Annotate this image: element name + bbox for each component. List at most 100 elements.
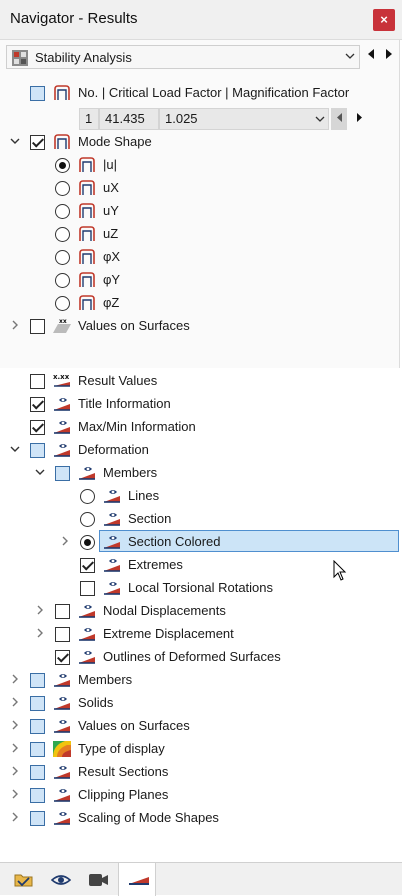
values-on-surfaces-checkbox[interactable] xyxy=(30,719,45,734)
type-of-display-checkbox[interactable] xyxy=(30,742,45,757)
mode-table-header: No. | Critical Load Factor | Magnificati… xyxy=(78,85,350,100)
mode-shape-radio[interactable] xyxy=(55,273,70,288)
chevron-down-icon xyxy=(345,53,355,59)
local-torsional-rotations-checkbox[interactable] xyxy=(80,581,95,596)
tree-item-solids[interactable]: Solids xyxy=(0,692,400,714)
members-checkbox[interactable] xyxy=(30,673,45,688)
extreme-displacement-checkbox[interactable] xyxy=(55,627,70,642)
mode-shape-option[interactable]: uZ xyxy=(0,223,400,245)
values-on-surfaces-top-checkbox[interactable] xyxy=(30,319,45,334)
mode-shape-option[interactable]: |u| xyxy=(0,154,400,176)
chevron-down-icon[interactable] xyxy=(8,442,22,456)
result-values-checkbox[interactable] xyxy=(30,374,45,389)
chevron-right-icon[interactable] xyxy=(33,626,47,640)
tree-item-title-information[interactable]: Title Information xyxy=(0,393,400,415)
tab-data[interactable] xyxy=(4,863,42,896)
tree-item-maxmin-information[interactable]: Max/Min Information xyxy=(0,416,400,438)
mode-shape-radio[interactable] xyxy=(55,250,70,265)
mode-shape-option[interactable]: φY xyxy=(0,269,400,291)
prev-mode-button[interactable] xyxy=(331,108,347,130)
chevron-right-icon[interactable] xyxy=(8,787,22,801)
tree-item-section[interactable]: Section xyxy=(0,508,400,530)
mode-shape-radio[interactable] xyxy=(55,227,70,242)
result-display-icon xyxy=(104,490,120,503)
deformation-label: Deformation xyxy=(78,442,149,457)
chevron-right-icon[interactable] xyxy=(8,764,22,778)
chevron-down-icon[interactable] xyxy=(8,134,22,148)
chevron-right-icon[interactable] xyxy=(8,718,22,732)
chevron-right-icon[interactable] xyxy=(58,534,72,548)
mode-shape-option[interactable]: uY xyxy=(0,200,400,222)
result-display-icon xyxy=(104,536,120,549)
section-radio[interactable] xyxy=(80,512,95,527)
tree-item-members[interactable]: Members xyxy=(0,669,400,691)
analysis-combobox[interactable]: Stability Analysis xyxy=(6,45,360,69)
chevron-right-icon[interactable] xyxy=(8,318,22,332)
tree-item-nodal-displacements[interactable]: Nodal Displacements xyxy=(0,600,400,622)
tree-item-deformation-members[interactable]: Members xyxy=(0,462,400,484)
mode-shape-option[interactable]: uX xyxy=(0,177,400,199)
tree-item-outlines-deformed-surfaces[interactable]: Outlines of Deformed Surfaces xyxy=(0,646,400,668)
chevron-right-icon[interactable] xyxy=(33,603,47,617)
chevron-right-icon[interactable] xyxy=(8,672,22,686)
outlines-deformed-surfaces-checkbox[interactable] xyxy=(55,650,70,665)
mode-shape-option-label: |u| xyxy=(103,157,117,172)
tree-item-values-on-surfaces[interactable]: Values on Surfaces xyxy=(0,715,400,737)
scaling-mode-shapes-checkbox[interactable] xyxy=(30,811,45,826)
chevron-down-icon[interactable] xyxy=(33,465,47,479)
mode-table-value-row[interactable]: 1 41.435 1.025 xyxy=(79,108,369,130)
result-sections-checkbox[interactable] xyxy=(30,765,45,780)
mode-shape-icon xyxy=(54,85,70,100)
mode-shape-checkbox[interactable] xyxy=(30,135,45,150)
close-button[interactable]: × xyxy=(373,9,395,31)
values-on-surfaces-top-row[interactable]: xx Values on Surfaces xyxy=(0,315,400,337)
surface-values-icon: xx xyxy=(53,318,71,333)
type-of-display-label: Type of display xyxy=(78,741,165,756)
chevron-right-icon[interactable] xyxy=(8,695,22,709)
tree-item-section-colored[interactable]: Section Colored xyxy=(0,531,400,553)
mode-shape-radio[interactable] xyxy=(55,204,70,219)
tree-item-scaling-mode-shapes[interactable]: Scaling of Mode Shapes xyxy=(0,807,400,829)
mode-shape-radio[interactable] xyxy=(55,296,70,311)
mode-shape-row[interactable]: Mode Shape xyxy=(0,131,400,153)
clipping-planes-checkbox[interactable] xyxy=(30,788,45,803)
chevron-right-icon[interactable] xyxy=(8,741,22,755)
tree-item-lines[interactable]: Lines xyxy=(0,485,400,507)
mode-shape-option[interactable]: φZ xyxy=(0,292,400,314)
chevron-down-icon[interactable] xyxy=(315,114,325,124)
mode-shape-option[interactable]: φX xyxy=(0,246,400,268)
mode-shape-option-label: φZ xyxy=(103,295,120,310)
tree-item-extreme-displacement[interactable]: Extreme Displacement xyxy=(0,623,400,645)
extremes-checkbox[interactable] xyxy=(80,558,95,573)
lines-radio[interactable] xyxy=(80,489,95,504)
tab-views[interactable] xyxy=(80,863,118,896)
tree-item-clipping-planes[interactable]: Clipping Planes xyxy=(0,784,400,806)
tree-item-extremes[interactable]: Extremes xyxy=(0,554,400,576)
result-sections-label: Result Sections xyxy=(78,764,169,779)
tree-item-local-torsional-rotations[interactable]: Local Torsional Rotations xyxy=(0,577,400,599)
tab-results[interactable] xyxy=(118,863,156,896)
solids-checkbox[interactable] xyxy=(30,696,45,711)
prev-analysis-button[interactable] xyxy=(364,49,378,65)
tree-item-deformation[interactable]: Deformation xyxy=(0,439,400,461)
tree-item-result-sections[interactable]: Result Sections xyxy=(0,761,400,783)
result-values-row[interactable]: x.xx Result Values xyxy=(0,370,400,392)
title-information-checkbox[interactable] xyxy=(30,397,45,412)
mode-shape-radio[interactable] xyxy=(55,158,70,173)
result-values-icon: x.xx xyxy=(53,373,70,387)
deformation-checkbox[interactable] xyxy=(30,443,45,458)
next-mode-button[interactable] xyxy=(351,108,367,130)
tree-item-type-of-display[interactable]: Type of display xyxy=(0,738,400,760)
mode-table-header-row[interactable]: No. | Critical Load Factor | Magnificati… xyxy=(0,82,400,104)
section-colored-radio[interactable] xyxy=(80,535,95,550)
mode-shape-icon xyxy=(79,180,95,195)
deformation-members-checkbox[interactable] xyxy=(55,466,70,481)
result-display-icon xyxy=(54,674,70,687)
tab-display[interactable] xyxy=(42,863,80,896)
maxmin-information-checkbox[interactable] xyxy=(30,420,45,435)
chevron-right-icon[interactable] xyxy=(8,810,22,824)
mode-shape-radio[interactable] xyxy=(55,181,70,196)
nodal-displacements-checkbox[interactable] xyxy=(55,604,70,619)
mode-table-checkbox[interactable] xyxy=(30,86,45,101)
next-analysis-button[interactable] xyxy=(382,49,396,65)
